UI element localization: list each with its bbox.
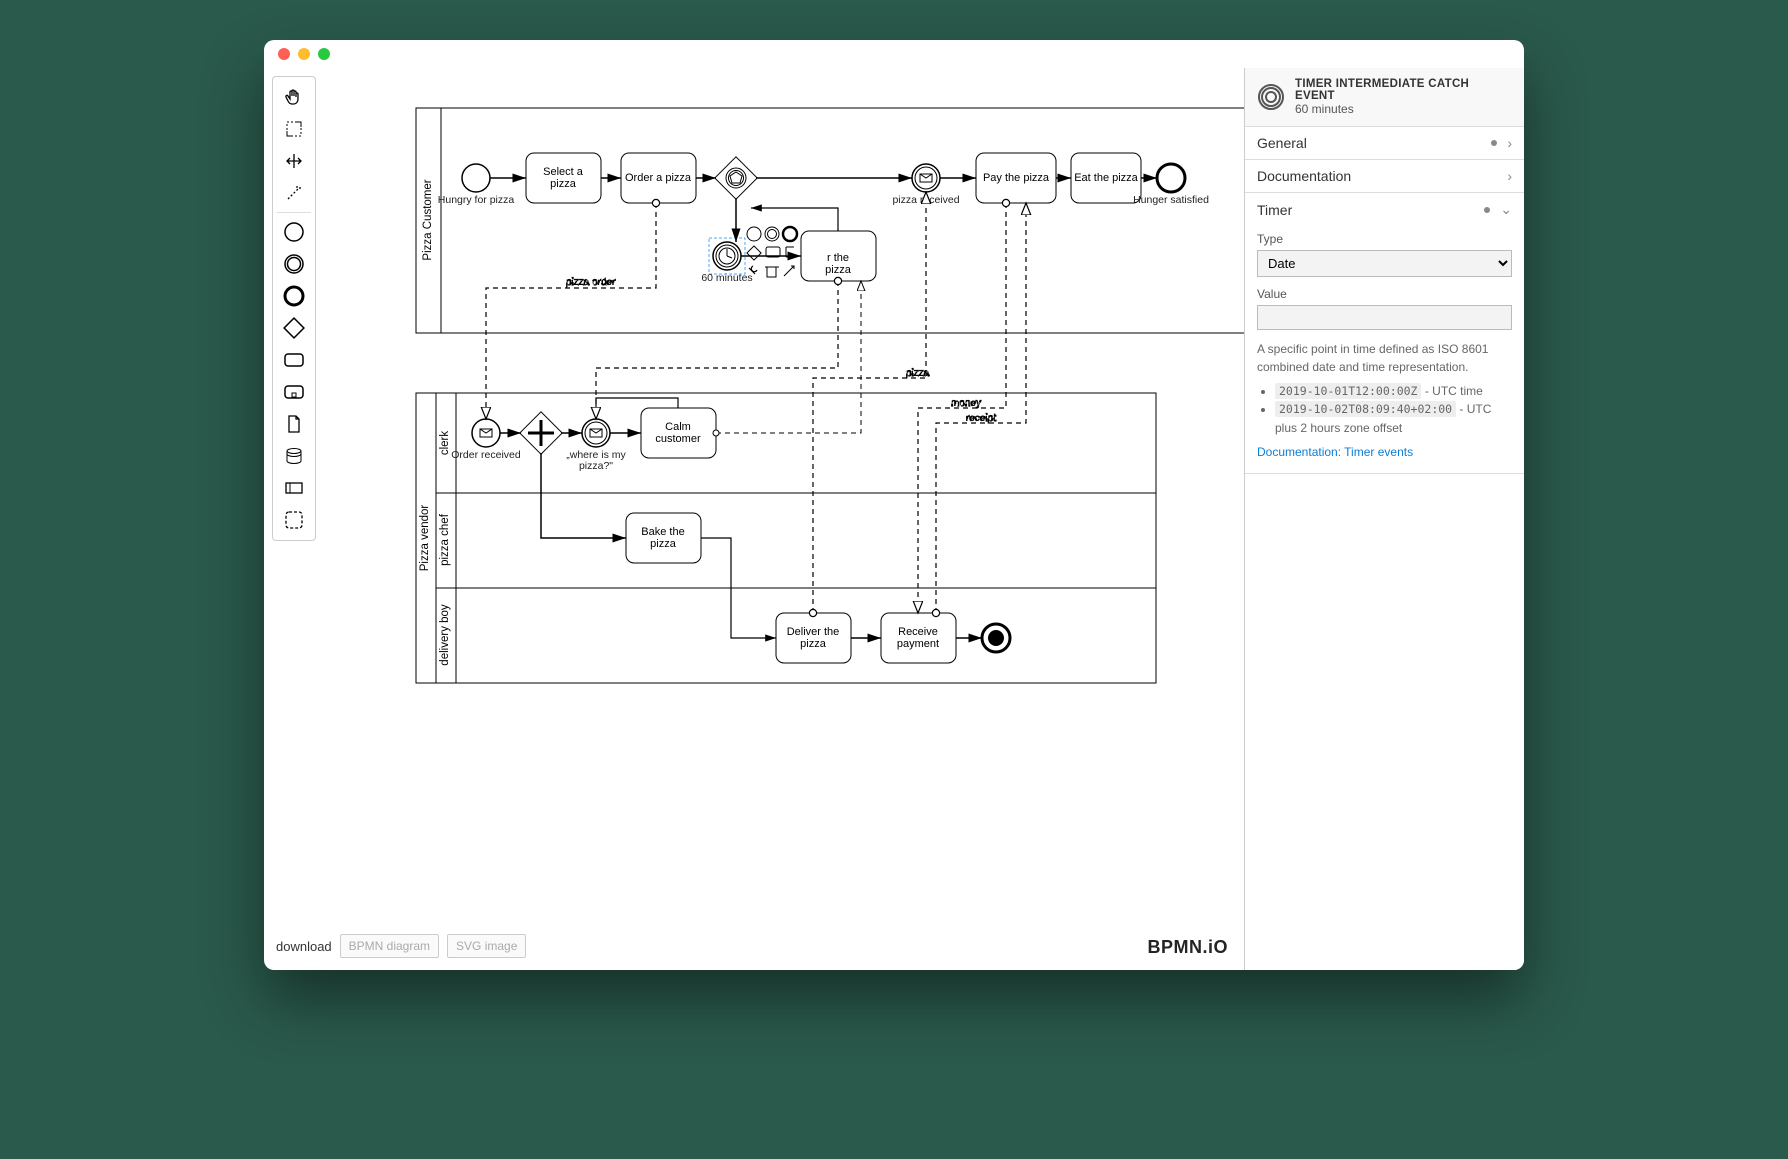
pool-customer-label: Pizza Customer xyxy=(422,179,434,260)
svg-text:Receivepayment: Receivepayment xyxy=(897,626,939,650)
context-pad-append-end[interactable] xyxy=(783,227,797,241)
section-documentation[interactable]: Documentation › xyxy=(1245,160,1524,193)
msgflow-label: pizza xyxy=(906,368,930,379)
gateway-tool[interactable] xyxy=(278,312,310,344)
section-general-label: General xyxy=(1257,135,1307,151)
task-ask-pizza[interactable]: r the pizza Ask for the pizza xyxy=(801,231,876,281)
chevron-right-icon: › xyxy=(1507,168,1512,184)
task-eat-pizza[interactable]: Eat the pizza xyxy=(1071,153,1141,203)
download-svg-button[interactable]: SVG image xyxy=(447,934,526,958)
task-pay-pizza[interactable]: Pay the pizza xyxy=(976,153,1056,203)
svg-text:Pay the pizza: Pay the pizza xyxy=(983,172,1050,184)
context-pad-append-intermediate[interactable] xyxy=(765,227,779,241)
data-store-tool[interactable] xyxy=(278,440,310,472)
pool-tool[interactable] xyxy=(278,472,310,504)
lasso-tool[interactable] xyxy=(278,113,310,145)
msgflow-label: money xyxy=(951,398,981,409)
task-deliver-pizza[interactable]: Deliver thepizza Deliver the pizza xyxy=(776,613,851,663)
svg-text:Eat the pizza: Eat the pizza xyxy=(1074,172,1138,184)
download-bpmn-button[interactable]: BPMN diagram xyxy=(340,934,439,958)
end-event-label: Hunger satisfied xyxy=(1133,194,1209,206)
timer-help-text: A specific point in time defined as ISO … xyxy=(1257,340,1512,461)
hand-tool[interactable] xyxy=(278,81,310,113)
pool-vendor-label: Pizza vendor xyxy=(419,505,431,572)
properties-header: TIMER INTERMEDIATE CATCH EVENT 60 minute… xyxy=(1245,68,1524,127)
diagram-canvas[interactable]: Pizza Customer Pizza vendor clerk pizza … xyxy=(316,68,1244,970)
properties-panel: TIMER INTERMEDIATE CATCH EVENT 60 minute… xyxy=(1244,68,1524,970)
dot-indicator-icon xyxy=(1491,140,1497,146)
brand-logo: BPMN.iO xyxy=(1147,937,1228,958)
tool-palette xyxy=(272,76,316,541)
lane-chef-label: pizza chef xyxy=(439,513,451,566)
timer-value-input[interactable] xyxy=(1257,305,1512,330)
connect-tool[interactable] xyxy=(278,177,310,209)
content-area: Pizza Customer Pizza vendor clerk pizza … xyxy=(264,68,1524,970)
close-window-button[interactable] xyxy=(278,48,290,60)
section-general[interactable]: General › xyxy=(1245,127,1524,160)
task-receive-payment[interactable]: Receivepayment Receive payment xyxy=(881,613,956,663)
context-pad-append-event[interactable] xyxy=(747,227,761,241)
lane-delivery-label: delivery boy xyxy=(439,604,451,666)
download-bar: download BPMN diagram SVG image xyxy=(276,934,526,958)
section-timer-toggle[interactable]: Timer ⌄ xyxy=(1245,193,1524,226)
download-label: download xyxy=(276,939,332,954)
space-tool[interactable] xyxy=(278,145,310,177)
properties-subtitle: 60 minutes xyxy=(1295,102,1512,116)
svg-text:Order a pizza: Order a pizza xyxy=(625,172,692,184)
end-event-terminate[interactable] xyxy=(982,624,1010,652)
svg-text:r the: r the xyxy=(827,252,849,264)
timer-type-select[interactable]: Date xyxy=(1257,250,1512,277)
section-documentation-label: Documentation xyxy=(1257,168,1351,184)
dot-indicator-icon xyxy=(1484,207,1490,213)
lane-clerk-label: clerk xyxy=(439,431,451,456)
task-select-pizza[interactable]: Select apizza Select a pizza xyxy=(526,153,601,203)
section-timer: Timer ⌄ Type Date Value A specific point… xyxy=(1245,193,1524,474)
subprocess-tool[interactable] xyxy=(278,376,310,408)
task-tool[interactable] xyxy=(278,344,310,376)
task-order-pizza[interactable]: Order a pizza xyxy=(621,153,696,203)
msgflow-label: receipt xyxy=(966,413,996,424)
window-titlebar xyxy=(264,40,1524,68)
timer-doc-link[interactable]: Documentation: Timer events xyxy=(1257,445,1413,459)
maximize-window-button[interactable] xyxy=(318,48,330,60)
timer-event-label: 60 minutes xyxy=(701,272,752,284)
minimize-window-button[interactable] xyxy=(298,48,310,60)
svg-text:pizza: pizza xyxy=(825,264,852,276)
end-event-tool[interactable] xyxy=(278,280,310,312)
timer-event-icon xyxy=(1257,83,1285,111)
msgflow-label: pizza order xyxy=(566,277,616,288)
event-label: Order received xyxy=(451,449,521,461)
task-bake-pizza[interactable]: Bake thepizza Bake the pizza xyxy=(626,513,701,563)
start-event-label: Hungry for pizza xyxy=(438,194,515,206)
chevron-down-icon: ⌄ xyxy=(1500,201,1512,218)
type-field-label: Type xyxy=(1257,232,1512,246)
properties-title: TIMER INTERMEDIATE CATCH EVENT xyxy=(1295,78,1512,102)
section-timer-label: Timer xyxy=(1257,202,1292,218)
task-calm-customer[interactable]: Calmcustomer Calm customer xyxy=(641,408,716,458)
group-tool[interactable] xyxy=(278,504,310,536)
chevron-right-icon: › xyxy=(1507,135,1512,151)
value-field-label: Value xyxy=(1257,287,1512,301)
pool-customer[interactable]: Pizza Customer xyxy=(416,108,1244,333)
start-event-tool[interactable] xyxy=(278,216,310,248)
intermediate-event-tool[interactable] xyxy=(278,248,310,280)
data-object-tool[interactable] xyxy=(278,408,310,440)
app-window: Pizza Customer Pizza vendor clerk pizza … xyxy=(264,40,1524,970)
